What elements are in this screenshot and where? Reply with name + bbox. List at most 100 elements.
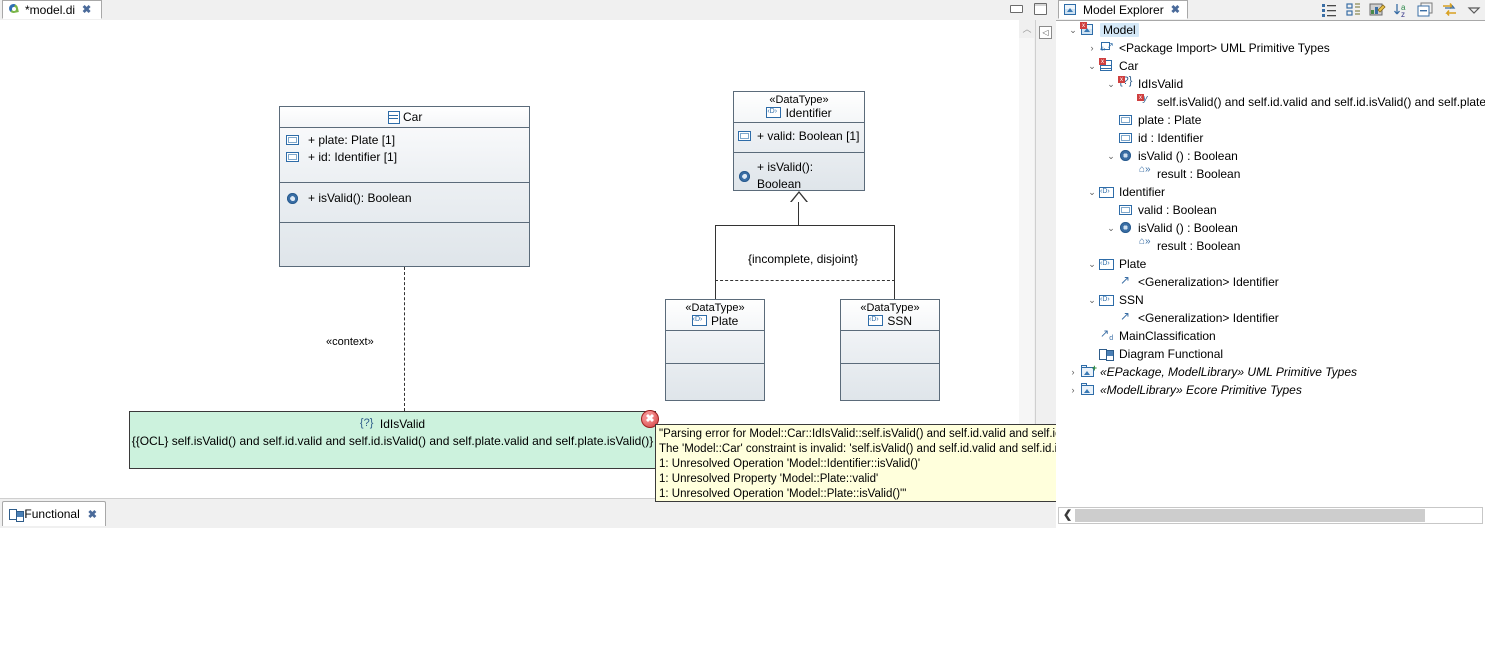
tree-item-label: «EPackage, ModelLibrary» UML Primitive T… — [1100, 365, 1357, 379]
property-icon — [1118, 203, 1134, 217]
tree-twisty[interactable]: › — [1085, 43, 1099, 53]
model-explorer-view: Model Explorer ✖ az ⌄ x Model › ↗ ‹I› <P… — [1056, 0, 1485, 528]
class-header: Car — [280, 107, 529, 128]
tree-item[interactable]: ly x self.isValid() and self.id.valid and … — [1056, 93, 1485, 111]
explorer-horizontal-scrollbar[interactable]: ❮ — [1058, 507, 1483, 524]
workbench-empty-area — [0, 528, 1485, 648]
filter-tree-icon[interactable] — [1345, 2, 1362, 18]
tree-item[interactable]: ⌄ x Model — [1056, 21, 1485, 39]
scroll-up-icon[interactable]: ︿ — [1019, 22, 1035, 36]
diagram-tab-functional[interactable]: Functional ✖ — [2, 501, 106, 526]
tree-twisty[interactable]: ⌄ — [1066, 25, 1080, 36]
datatype-icon — [766, 106, 782, 119]
tree-twisty[interactable]: ⌄ — [1085, 295, 1099, 306]
operation-icon — [1118, 221, 1134, 235]
diagram-canvas[interactable]: Car + plate: Plate [1] + id: Identifier … — [0, 20, 1016, 482]
attribute-label: + id: Identifier [1] — [308, 150, 398, 164]
attributes-compartment — [666, 331, 764, 364]
tree-item[interactable]: ⌄ ‹D› Identifier — [1056, 183, 1485, 201]
datatype-name: Plate — [710, 314, 739, 328]
parameter-icon: ⌂» — [1139, 164, 1151, 175]
tree-twisty[interactable]: ⌄ — [1085, 259, 1099, 270]
tree-item-label: MainClassification — [1119, 329, 1216, 343]
uml-datatype-ssn[interactable]: «DataType» SSN — [840, 299, 940, 401]
tree-twisty[interactable]: ⌄ — [1085, 187, 1099, 198]
datatype-header: «DataType» Identifier — [734, 92, 864, 123]
link-with-editor-icon[interactable] — [1441, 2, 1458, 18]
tree-item[interactable]: › ↗ ‹I› <Package Import> UML Primitive Type… — [1056, 39, 1485, 57]
gen-branch-right — [894, 225, 895, 299]
tree-item[interactable]: ↗d MainClassification — [1056, 327, 1485, 345]
class-icon: x — [1099, 58, 1115, 73]
tree-item[interactable]: valid : Boolean — [1056, 201, 1485, 219]
parameter-icon: ⌂» — [1139, 236, 1151, 247]
tree-item-label: Diagram Functional — [1119, 347, 1224, 361]
constraint-icon — [360, 415, 380, 431]
property-icon — [1118, 113, 1134, 127]
tree-twisty[interactable]: ⌄ — [1085, 61, 1099, 72]
package-import-icon: ↗ ‹I› — [1100, 41, 1114, 53]
tree-item[interactable]: › + «EPackage, ModelLibrary» UML Primitive… — [1056, 363, 1485, 381]
tree-item[interactable]: ⌄ ‹D› Plate — [1056, 255, 1485, 273]
collapse-left-icon[interactable]: ◁ — [1039, 26, 1052, 39]
sort-az-icon[interactable]: az — [1393, 2, 1410, 19]
tree-item[interactable]: ⌄ ‹D› SSN — [1056, 291, 1485, 309]
attribute-row[interactable]: + valid: Boolean [1] — [738, 128, 860, 145]
operation-icon — [286, 192, 300, 205]
tree-item[interactable]: ⌄ {?} x IdIsValid — [1056, 75, 1485, 93]
tree-item[interactable]: plate : Plate — [1056, 111, 1485, 129]
tree-item[interactable]: ⌄ isValid () : Boolean — [1056, 219, 1485, 237]
ocl-expression-icon: ly x — [1137, 93, 1148, 103]
editor-tabbar: *model.di ✖ — [0, 0, 1052, 21]
explorer-tab-label: Model Explorer — [1083, 2, 1164, 17]
tree-item-label: <Generalization> Identifier — [1138, 275, 1279, 289]
attribute-label: + plate: Plate [1] — [308, 133, 396, 147]
show-outline-icon[interactable] — [1321, 2, 1338, 18]
uml-datatype-identifier[interactable]: «DataType» Identifier + valid: Boolean [… — [733, 91, 865, 191]
close-icon[interactable]: ✖ — [1171, 3, 1180, 16]
context-link[interactable] — [404, 267, 405, 411]
view-menu-icon[interactable] — [1465, 2, 1482, 18]
tab-model-explorer[interactable]: Model Explorer ✖ — [1058, 0, 1188, 19]
attribute-row[interactable]: + plate: Plate [1] — [286, 132, 523, 149]
tree-item[interactable]: › «ModelLibrary» Ecore Primitive Types — [1056, 381, 1485, 399]
tree-twisty[interactable]: ⌄ — [1104, 151, 1118, 162]
tree-item[interactable]: ↗ <Generalization> Identifier — [1056, 309, 1485, 327]
tree-item[interactable]: ⌄ isValid () : Boolean — [1056, 147, 1485, 165]
tree-item[interactable]: ⌄ x Car — [1056, 57, 1485, 75]
tree-twisty[interactable]: › — [1066, 367, 1080, 377]
tree-twisty[interactable]: › — [1066, 385, 1080, 395]
ocl-constraint-box[interactable]: IdIsValid {{OCL} self.isValid() and self… — [129, 411, 656, 469]
gen-horizontal-bar — [715, 225, 895, 226]
tree-item[interactable]: ↗ <Generalization> Identifier — [1056, 273, 1485, 291]
tree-item[interactable]: Diagram Functional — [1056, 345, 1485, 363]
editor-tab-model-di[interactable]: *model.di ✖ — [2, 0, 102, 19]
tree-item-label: isValid () : Boolean — [1138, 149, 1238, 163]
close-icon[interactable]: ✖ — [88, 508, 97, 521]
collapse-all-icon[interactable] — [1417, 2, 1434, 18]
model-tree[interactable]: ⌄ x Model › ↗ ‹I› <Package Import> UML Primiti… — [1056, 21, 1485, 507]
uml-datatype-plate[interactable]: «DataType» Plate — [665, 299, 765, 401]
tree-item[interactable]: id : Identifier — [1056, 129, 1485, 147]
datatype-header: «DataType» Plate — [666, 300, 764, 331]
scroll-thumb[interactable] — [1075, 509, 1425, 522]
uml-class-car[interactable]: Car + plate: Plate [1] + id: Identifier … — [279, 106, 530, 267]
tree-twisty[interactable]: ⌄ — [1104, 223, 1118, 234]
model-explorer-icon — [1063, 3, 1079, 17]
tree-item[interactable]: ⌂» result : Boolean — [1056, 164, 1485, 183]
attribute-label: + valid: Boolean [1] — [757, 129, 860, 143]
tree-twisty[interactable]: ⌄ — [1104, 79, 1118, 90]
generalization-arrow — [791, 193, 807, 203]
minimize-icon[interactable] — [1008, 2, 1024, 16]
tree-item-label: IdIsValid — [1138, 77, 1184, 91]
maximize-icon[interactable] — [1032, 2, 1048, 16]
scroll-left-arrow-icon[interactable]: ❮ — [1063, 508, 1072, 523]
tree-item[interactable]: ⌂» result : Boolean — [1056, 236, 1485, 255]
operation-row[interactable]: + isValid(): Boolean — [286, 190, 523, 207]
operation-row[interactable]: + isValid(): Boolean — [738, 159, 860, 193]
close-icon[interactable]: ✖ — [82, 3, 91, 16]
property-icon — [286, 152, 300, 163]
attribute-row[interactable]: + id: Identifier [1] — [286, 149, 523, 166]
validate-icon[interactable] — [1369, 2, 1386, 18]
tree-item-label: id : Identifier — [1138, 131, 1204, 145]
